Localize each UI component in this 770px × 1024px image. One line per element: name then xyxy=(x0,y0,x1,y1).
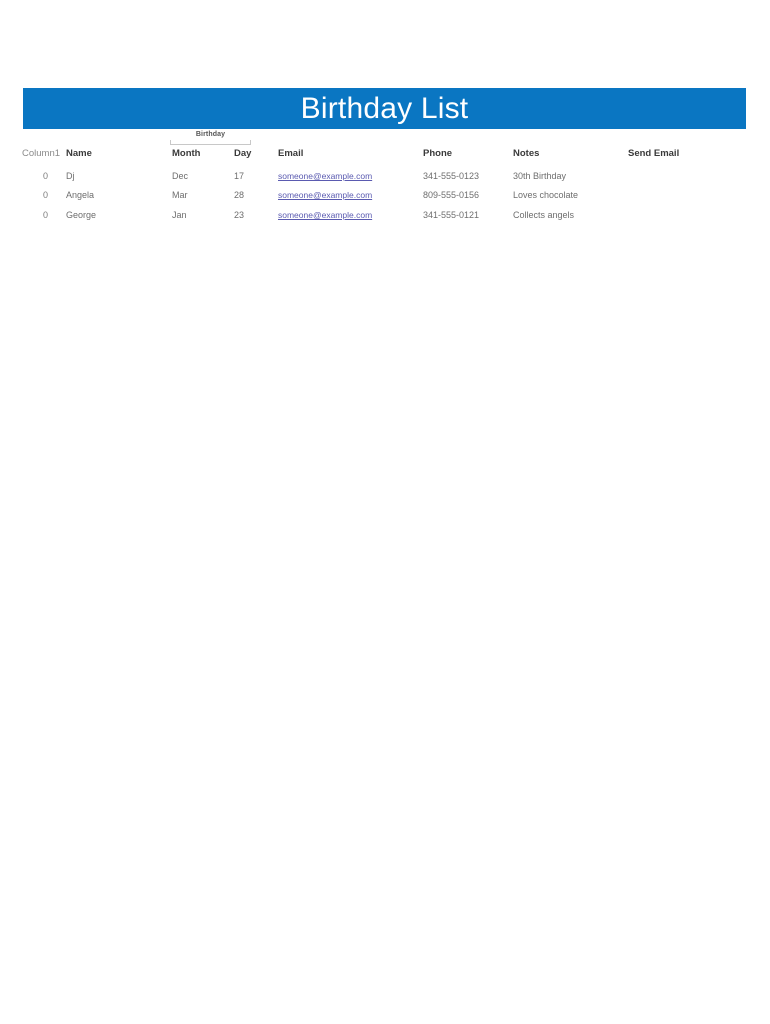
cell-send-email[interactable] xyxy=(628,186,746,206)
column-header-month[interactable]: Month xyxy=(172,148,234,166)
document-page: Birthday List Birthday Column1 Name Mont… xyxy=(0,0,770,1024)
cell-month[interactable]: Jan xyxy=(172,205,234,225)
email-link[interactable]: someone@example.com xyxy=(278,171,372,181)
cell-notes[interactable]: Collects angels xyxy=(513,205,628,225)
table-row: 0 George Jan 23 someone@example.com 341-… xyxy=(22,205,746,225)
column-header-send-email[interactable]: Send Email xyxy=(628,148,746,166)
column-header-day[interactable]: Day xyxy=(234,148,278,166)
cell-name[interactable]: Angela xyxy=(66,186,172,206)
table-header-row: Column1 Name Month Day Email Phone Notes… xyxy=(22,148,746,166)
cell-notes[interactable]: Loves chocolate xyxy=(513,186,628,206)
email-link[interactable]: someone@example.com xyxy=(278,210,372,220)
cell-send-email[interactable] xyxy=(628,166,746,186)
group-header-birthday: Birthday xyxy=(170,130,251,145)
email-link[interactable]: someone@example.com xyxy=(278,190,372,200)
birthday-table: Column1 Name Month Day Email Phone Notes… xyxy=(22,148,746,225)
table-row: 0 Angela Mar 28 someone@example.com 809-… xyxy=(22,186,746,206)
cell-email[interactable]: someone@example.com xyxy=(278,166,423,186)
cell-name[interactable]: George xyxy=(66,205,172,225)
cell-column1[interactable]: 0 xyxy=(22,205,66,225)
document-title-banner: Birthday List xyxy=(23,88,746,129)
column-header-email[interactable]: Email xyxy=(278,148,423,166)
column-header-phone[interactable]: Phone xyxy=(423,148,513,166)
cell-column1[interactable]: 0 xyxy=(22,186,66,206)
column-header-notes[interactable]: Notes xyxy=(513,148,628,166)
cell-notes[interactable]: 30th Birthday xyxy=(513,166,628,186)
cell-day[interactable]: 17 xyxy=(234,166,278,186)
cell-column1[interactable]: 0 xyxy=(22,166,66,186)
cell-email[interactable]: someone@example.com xyxy=(278,205,423,225)
cell-name[interactable]: Dj xyxy=(66,166,172,186)
column-header-column1[interactable]: Column1 xyxy=(22,148,66,166)
cell-phone[interactable]: 809-555-0156 xyxy=(423,186,513,206)
table-row: 0 Dj Dec 17 someone@example.com 341-555-… xyxy=(22,166,746,186)
cell-day[interactable]: 23 xyxy=(234,205,278,225)
cell-day[interactable]: 28 xyxy=(234,186,278,206)
page-title: Birthday List xyxy=(300,91,469,125)
group-header-label: Birthday xyxy=(170,130,251,140)
cell-email[interactable]: someone@example.com xyxy=(278,186,423,206)
cell-month[interactable]: Dec xyxy=(172,166,234,186)
cell-phone[interactable]: 341-555-0121 xyxy=(423,205,513,225)
cell-send-email[interactable] xyxy=(628,205,746,225)
cell-phone[interactable]: 341-555-0123 xyxy=(423,166,513,186)
cell-month[interactable]: Mar xyxy=(172,186,234,206)
column-header-name[interactable]: Name xyxy=(66,148,172,166)
